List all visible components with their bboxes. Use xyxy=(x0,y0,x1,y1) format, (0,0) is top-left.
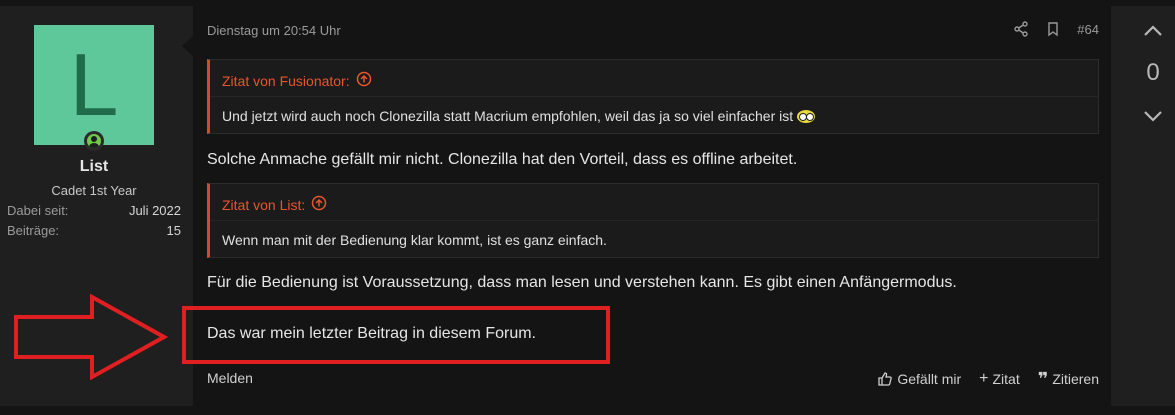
downvote-chevron-icon[interactable] xyxy=(1142,105,1164,127)
quote-marks-icon: ❞ xyxy=(1037,369,1049,389)
vote-count: 0 xyxy=(1146,59,1160,86)
report-link[interactable]: Melden xyxy=(207,370,253,388)
quote-label: Zitieren xyxy=(1052,371,1099,387)
post-date[interactable]: Dienstag um 20:54 Uhr xyxy=(207,23,341,38)
arrow-up-circle-icon[interactable] xyxy=(356,71,372,90)
like-label: Gefällt mir xyxy=(897,371,962,387)
username[interactable]: List xyxy=(0,158,188,176)
stat-joined: Dabei seit: Juli 2022 xyxy=(7,203,181,218)
quote-button[interactable]: ❞ Zitieren xyxy=(1037,369,1099,389)
quote-block: Zitat von Fusionator: Und jetzt wird auc… xyxy=(207,59,1099,134)
online-status-icon xyxy=(84,131,104,151)
vote-panel: 0 xyxy=(1112,6,1175,406)
quote-header[interactable]: Zitat von Fusionator: xyxy=(222,71,372,90)
user-title: Cadet 1st Year xyxy=(51,183,137,198)
upvote-chevron-icon[interactable] xyxy=(1142,20,1164,42)
quote-block: Zitat von List: Wenn man mit der Bedienu… xyxy=(207,183,1099,258)
thumbs-up-icon xyxy=(878,372,893,386)
stat-label: Dabei seit: xyxy=(7,203,69,218)
avatar[interactable]: L xyxy=(34,25,154,145)
smiley-icon xyxy=(797,110,816,123)
quote-header[interactable]: Zitat von List: xyxy=(222,195,327,214)
stat-posts: Beiträge: 15 xyxy=(7,223,181,238)
add-quote-button[interactable]: + Zitat xyxy=(979,370,1020,388)
quote-author: Zitat von Fusionator: xyxy=(222,72,350,89)
add-quote-label: Zitat xyxy=(992,371,1020,387)
like-button[interactable]: Gefällt mir xyxy=(877,371,961,387)
quote-divider xyxy=(210,220,1098,221)
post-body: Dienstag um 20:54 Uhr #64 Zitat von Fusi… xyxy=(182,6,1111,406)
share-icon[interactable] xyxy=(1013,21,1029,37)
bottom-border xyxy=(0,406,1175,415)
plus-icon: + xyxy=(979,370,989,387)
quote-text: Und jetzt wird auch noch Clonezilla stat… xyxy=(222,108,816,124)
post-paragraph: Solche Anmache gefällt mir nicht. Clonez… xyxy=(207,151,798,168)
post-actions: #64 xyxy=(1013,21,1099,37)
arrow-up-circle-icon[interactable] xyxy=(311,195,327,214)
quote-text: Wenn man mit der Bedienung klar kommt, i… xyxy=(222,232,607,248)
stat-label: Beiträge: xyxy=(7,223,60,238)
quote-divider xyxy=(210,96,1098,97)
quote-text-content: Und jetzt wird auch noch Clonezilla stat… xyxy=(222,108,794,124)
post-footer: Melden Gefällt mir + Zitat ❞ Zitieren xyxy=(207,370,1099,388)
quote-author: Zitat von List: xyxy=(222,196,306,213)
red-arrow-annotation xyxy=(14,293,168,381)
stat-value: 15 xyxy=(166,223,181,238)
post-paragraph: Für die Bedienung ist Voraussetzung, das… xyxy=(207,274,957,291)
post-number[interactable]: #64 xyxy=(1077,22,1099,37)
bookmark-icon[interactable] xyxy=(1045,21,1061,37)
stat-value: Juli 2022 xyxy=(128,203,181,218)
avatar-letter: L xyxy=(69,35,119,134)
post-arrow-notch xyxy=(182,36,193,56)
highlight-box xyxy=(182,306,610,364)
